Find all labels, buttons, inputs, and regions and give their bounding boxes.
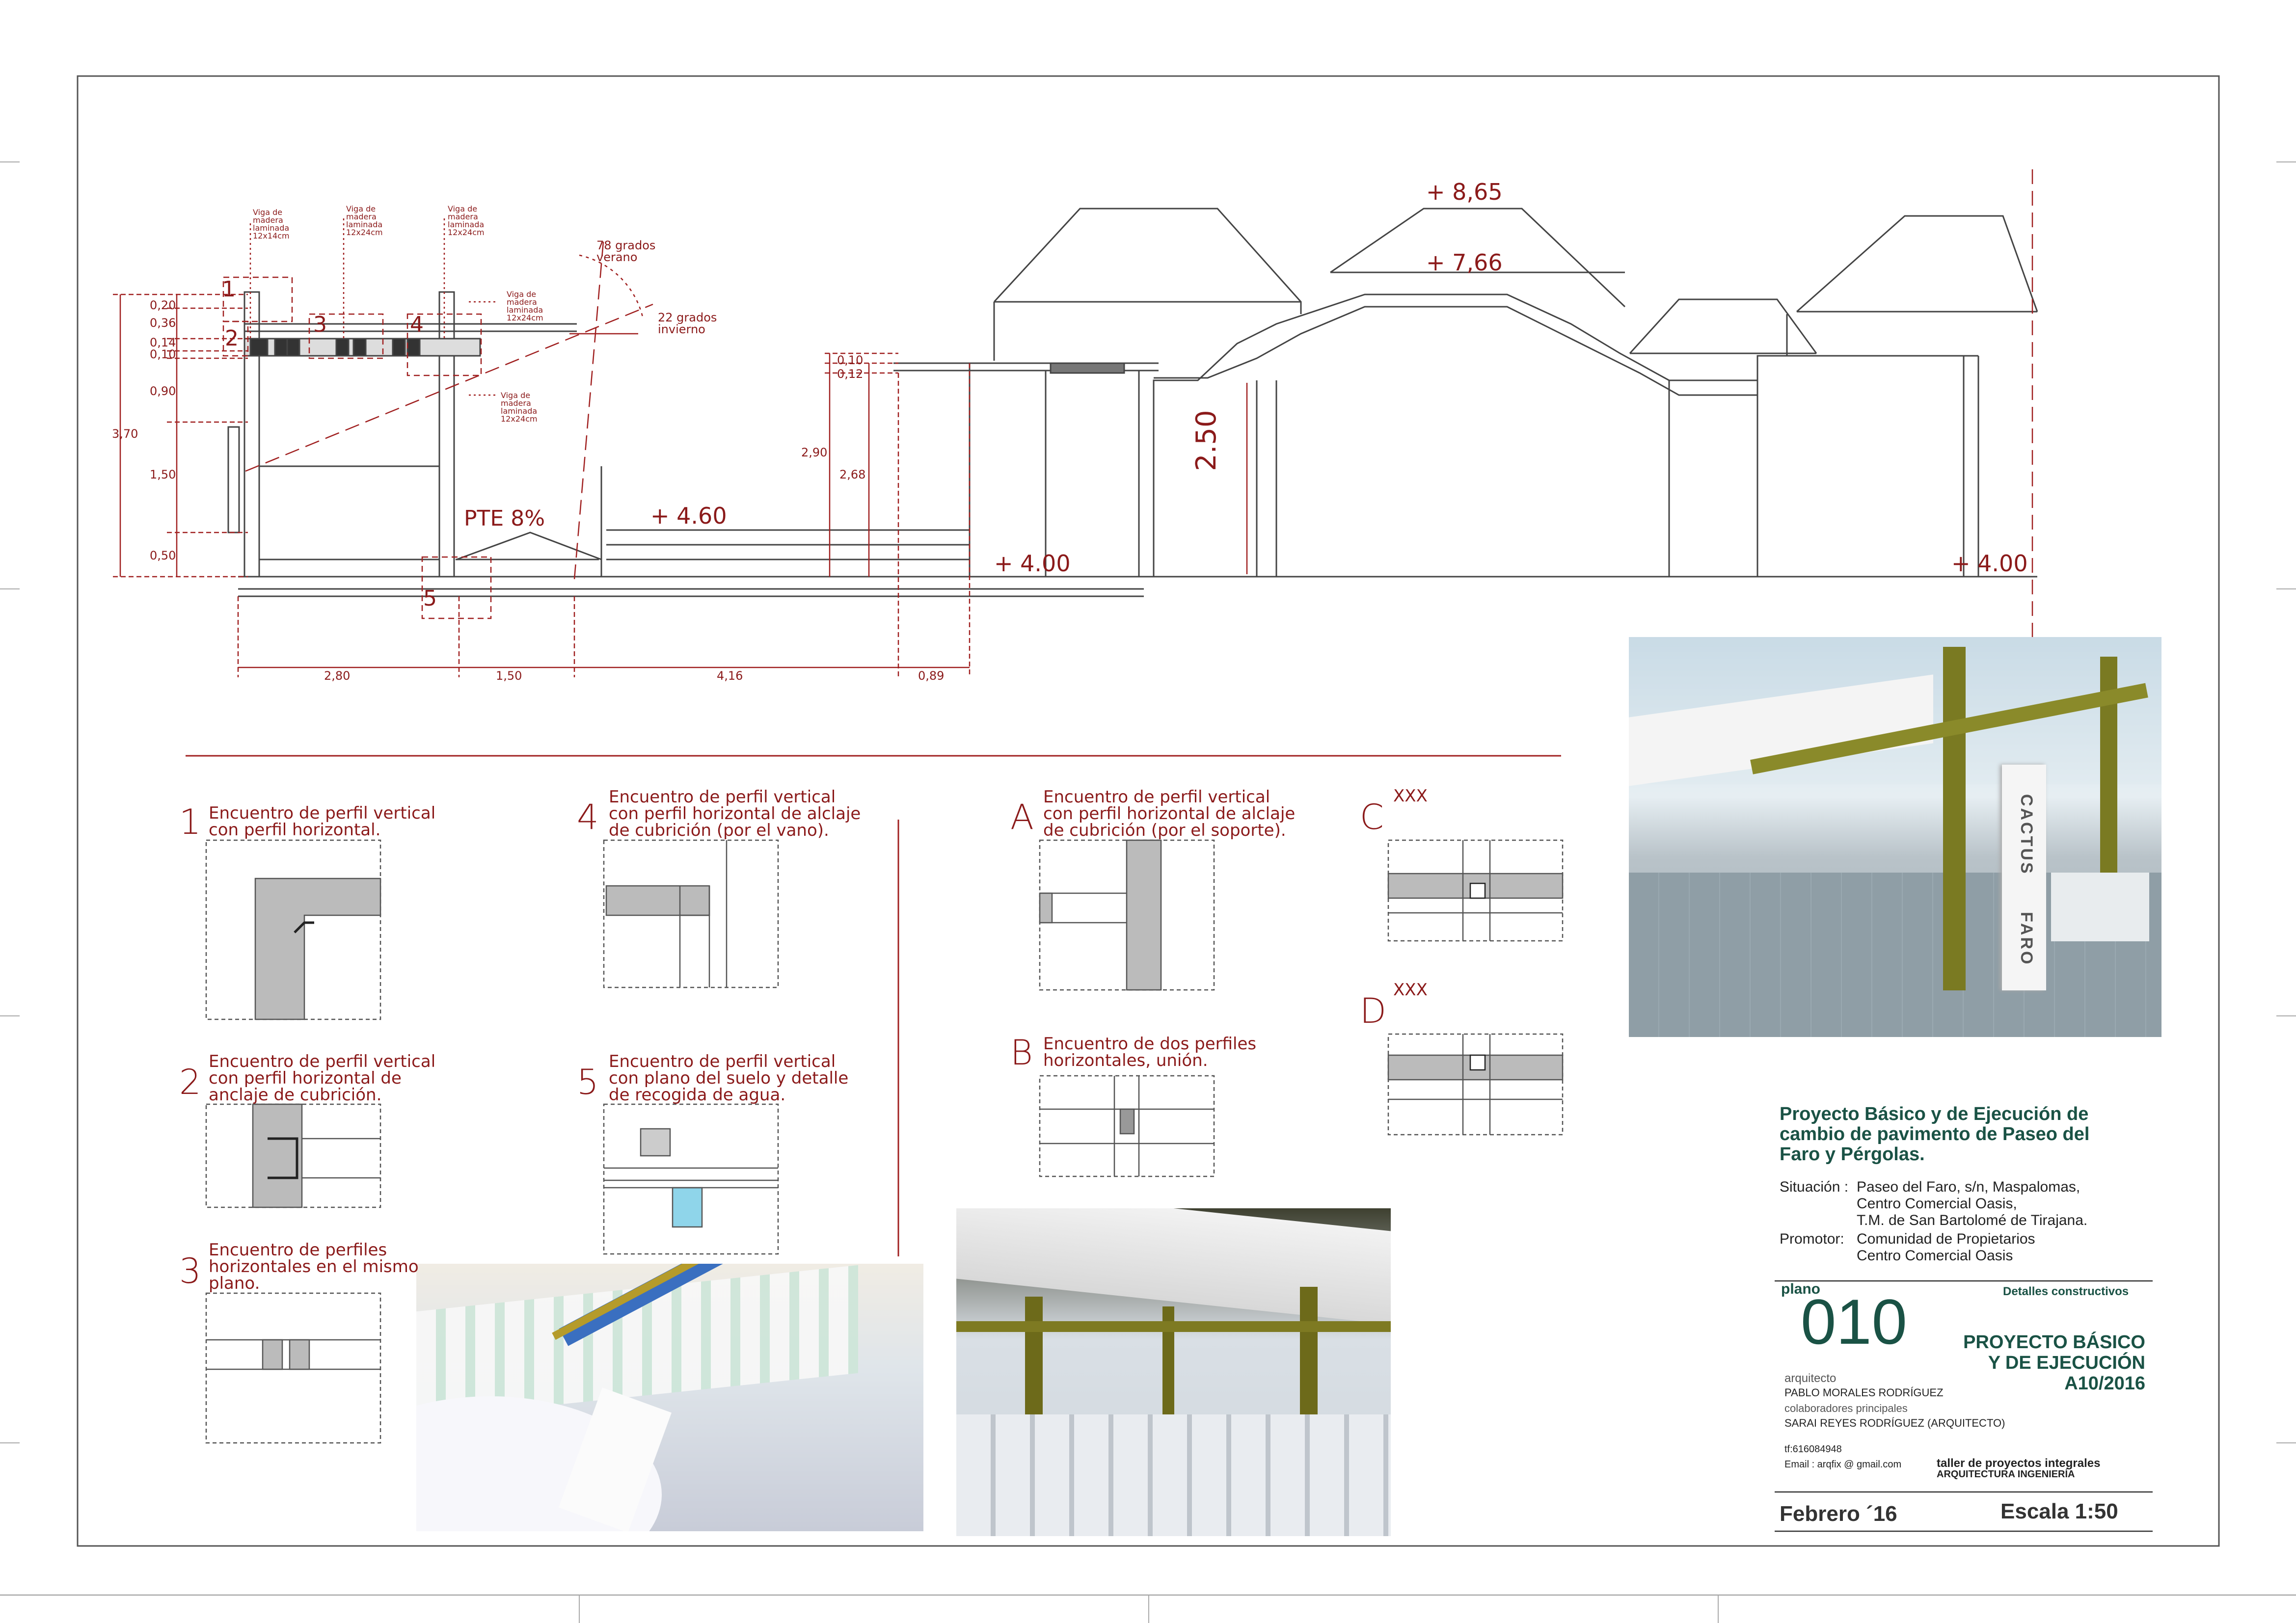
sun-winter: 22 grados invierno (658, 311, 717, 336)
detail-C-caption: XXX (1393, 786, 1428, 806)
dim-0-14: 0,14 (150, 336, 176, 349)
beam-note-2: Viga de madera laminada 12x24cm (346, 204, 383, 237)
sign-text-cactus: CACTUS (2017, 794, 2036, 876)
dim-0-12-right: 0,12 (837, 367, 864, 381)
detail-5-number: 5 (577, 1062, 599, 1102)
detail-2-caption: Encuentro de perfil vertical con perfil h… (209, 1052, 436, 1105)
dim-2-80: 2,80 (324, 669, 351, 683)
detail-2-number: 2 (179, 1062, 201, 1102)
level-4-00-b: + 4.00 (1951, 550, 2028, 577)
section-callout-4: 4 (410, 312, 424, 337)
phone: tf:616084948 (1784, 1444, 1842, 1455)
level-8-65: + 8,65 (1426, 179, 1503, 205)
beam-note-4: Viga de madera laminada 12x24cm (507, 290, 543, 322)
detail-4-caption: Encuentro de perfil vertical con perfil h… (609, 787, 861, 840)
colaboradores-label: colaboradores principales (1784, 1402, 1908, 1414)
detail-B-number: B (1010, 1033, 1033, 1073)
render-under-pergola (956, 1208, 1391, 1536)
detail-D-number: D (1360, 991, 1386, 1031)
phase-title: PROYECTO BÁSICO Y DE EJECUCIÓN A10/2016 (1963, 1332, 2145, 1394)
detail-4-number: 4 (577, 797, 599, 837)
section-callout-2: 2 (225, 326, 239, 351)
level-7-66: + 7,66 (1426, 249, 1503, 276)
dim-3-70: 3,70 (112, 427, 138, 441)
colaboradores-name: SARAI REYES RODRÍGUEZ (ARQUITECTO) (1784, 1417, 2005, 1429)
situacion-label: Situación : (1780, 1179, 1849, 1195)
dim-1-50-h: 1,50 (496, 669, 522, 683)
section-callout-3: 3 (313, 312, 327, 337)
date: Febrero ´16 (1780, 1502, 1897, 1526)
detail-3-caption: Encuentro de perfiles horizontales en el … (209, 1240, 419, 1293)
detail-B-caption: Encuentro de dos perfiles horizontales, u… (1043, 1034, 1257, 1070)
promotor-value: Comunidad de Propietarios Centro Comerci… (1857, 1231, 2035, 1264)
beam-note-5: Viga de madera laminada 12x24cm (501, 391, 538, 424)
detail-D-caption: XXX (1393, 980, 1428, 1000)
dim-2-90: 2,90 (801, 446, 828, 459)
plano-number: 010 (1801, 1286, 1907, 1357)
section-callout-5: 5 (423, 586, 437, 611)
dim-0-89: 0,89 (918, 669, 945, 683)
beam-note-1: Viga de madera laminada 12x14cm (253, 208, 290, 240)
detail-A-caption: Encuentro de perfil vertical con perfil h… (1043, 787, 1296, 840)
situacion-value: Paseo del Faro, s/n, Maspalomas, Centro … (1857, 1179, 2088, 1228)
arquitecto-name: PABLO MORALES RODRÍGUEZ (1784, 1386, 1944, 1399)
beam-note-3: Viga de madera laminada 12x24cm (448, 204, 485, 237)
detail-1-number: 1 (179, 802, 201, 842)
dim-0-36: 0,36 (150, 316, 176, 330)
detail-5-caption: Encuentro de perfil vertical con plano de… (609, 1052, 849, 1105)
dim-4-16: 4,16 (717, 669, 743, 683)
dim-0-90: 0,90 (150, 384, 176, 398)
dim-0-50: 0,50 (150, 549, 176, 562)
level-4-60: + 4.60 (650, 503, 727, 529)
email: Email : arqfix @ gmail.com (1784, 1459, 1902, 1470)
promotor-label: Promotor: (1780, 1231, 1844, 1247)
scale: Escala 1:50 (2000, 1499, 2118, 1523)
arquitecto-label: arquitecto (1784, 1372, 1837, 1385)
sun-summer: 78 grados verano (596, 239, 656, 264)
render-aerial-pergola (416, 1264, 923, 1531)
detail-A-number: A (1010, 797, 1034, 837)
dim-1-50: 1,50 (150, 468, 176, 481)
dim-2-68: 2,68 (839, 468, 866, 481)
height-2-50: 2.50 (1190, 410, 1222, 471)
section-callout-1: 1 (222, 277, 236, 302)
firm-name: taller de proyectos integrales ARQUITECT… (1937, 1457, 2101, 1480)
sign-text-faro: FARO (2017, 912, 2036, 966)
detail-1-caption: Encuentro de perfil vertical con perfil h… (209, 803, 436, 840)
dim-0-10-right: 0,10 (837, 353, 864, 367)
level-4-00-a: + 4.00 (994, 550, 1071, 577)
detail-3-number: 3 (179, 1251, 201, 1291)
slope-label: PTE 8% (464, 506, 545, 531)
dim-0-20: 0,20 (150, 298, 176, 312)
project-title: Proyecto Básico y de Ejecución de cambio… (1780, 1104, 2090, 1165)
render-pergola-street: CACTUS FARO (1629, 637, 2161, 1037)
dim-0-10: 0,10 (150, 347, 176, 361)
detail-C-number: C (1360, 797, 1384, 837)
sheet-title: Detalles constructivos (2003, 1285, 2129, 1298)
